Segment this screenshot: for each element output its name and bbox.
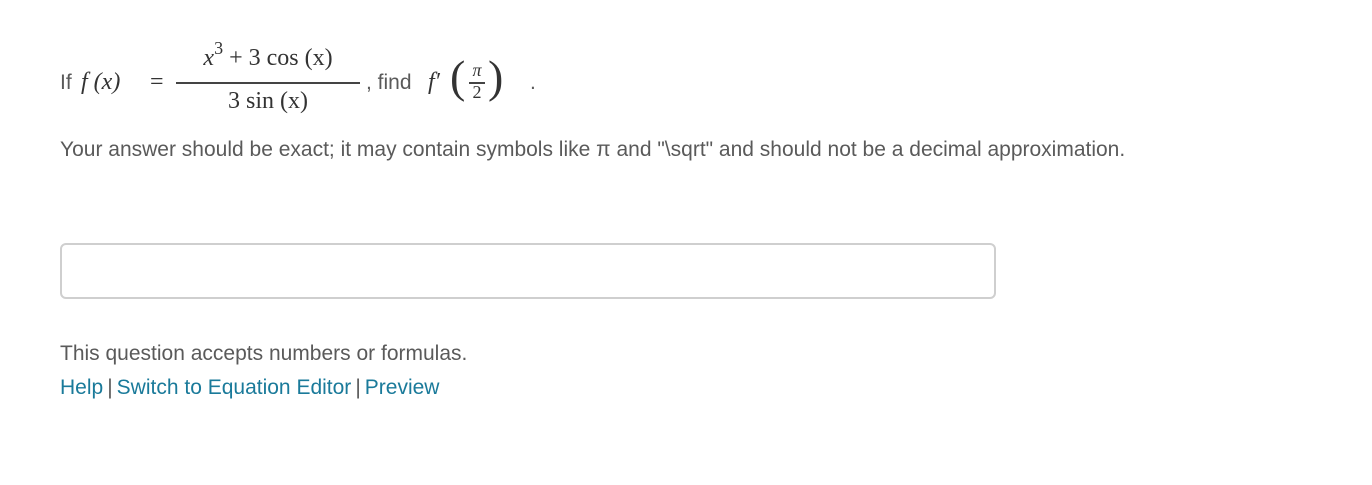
- argument-fraction: π 2: [467, 60, 487, 104]
- switch-to-equation-editor-link[interactable]: Switch to Equation Editor: [117, 376, 352, 399]
- find-label: , find: [366, 71, 412, 94]
- equals-sign: =: [150, 69, 164, 95]
- accepts-note: This question accepts numbers or formula…: [60, 342, 468, 365]
- help-links: Help | Switch to Equation Editor | Preview: [60, 376, 439, 400]
- derivative-argument: ( π 2 ): [450, 54, 520, 114]
- question-period: .: [530, 71, 536, 94]
- argument-denominator: 2: [472, 82, 482, 102]
- derivative-symbol: f′: [428, 69, 440, 95]
- function-lhs: f (x): [81, 69, 121, 95]
- function-fraction: x3 + 3 cos (x) 3 sin (x): [176, 36, 360, 126]
- left-paren: (: [450, 51, 466, 102]
- fraction-denominator: 3 sin (x): [228, 88, 308, 114]
- fraction-bar: [176, 82, 360, 84]
- answer-instructions: Your answer should be exact; it may cont…: [60, 138, 1126, 161]
- numerator-exponent: 3: [214, 38, 224, 58]
- numerator-rest: + 3 cos (x): [223, 45, 333, 71]
- numerator-base: x: [203, 45, 215, 71]
- argument-numerator: π: [472, 60, 482, 80]
- right-paren: ): [488, 51, 504, 102]
- link-separator: |: [355, 376, 361, 399]
- question-if-label: If: [60, 71, 72, 94]
- preview-link[interactable]: Preview: [365, 376, 440, 399]
- help-link[interactable]: Help: [60, 376, 103, 399]
- answer-input[interactable]: [60, 243, 996, 299]
- question-prompt: If f (x) = x3 + 3 cos (x) 3 sin (x) , fi…: [60, 36, 760, 126]
- link-separator: |: [107, 376, 113, 399]
- fraction-numerator: x3 + 3 cos (x): [176, 38, 360, 72]
